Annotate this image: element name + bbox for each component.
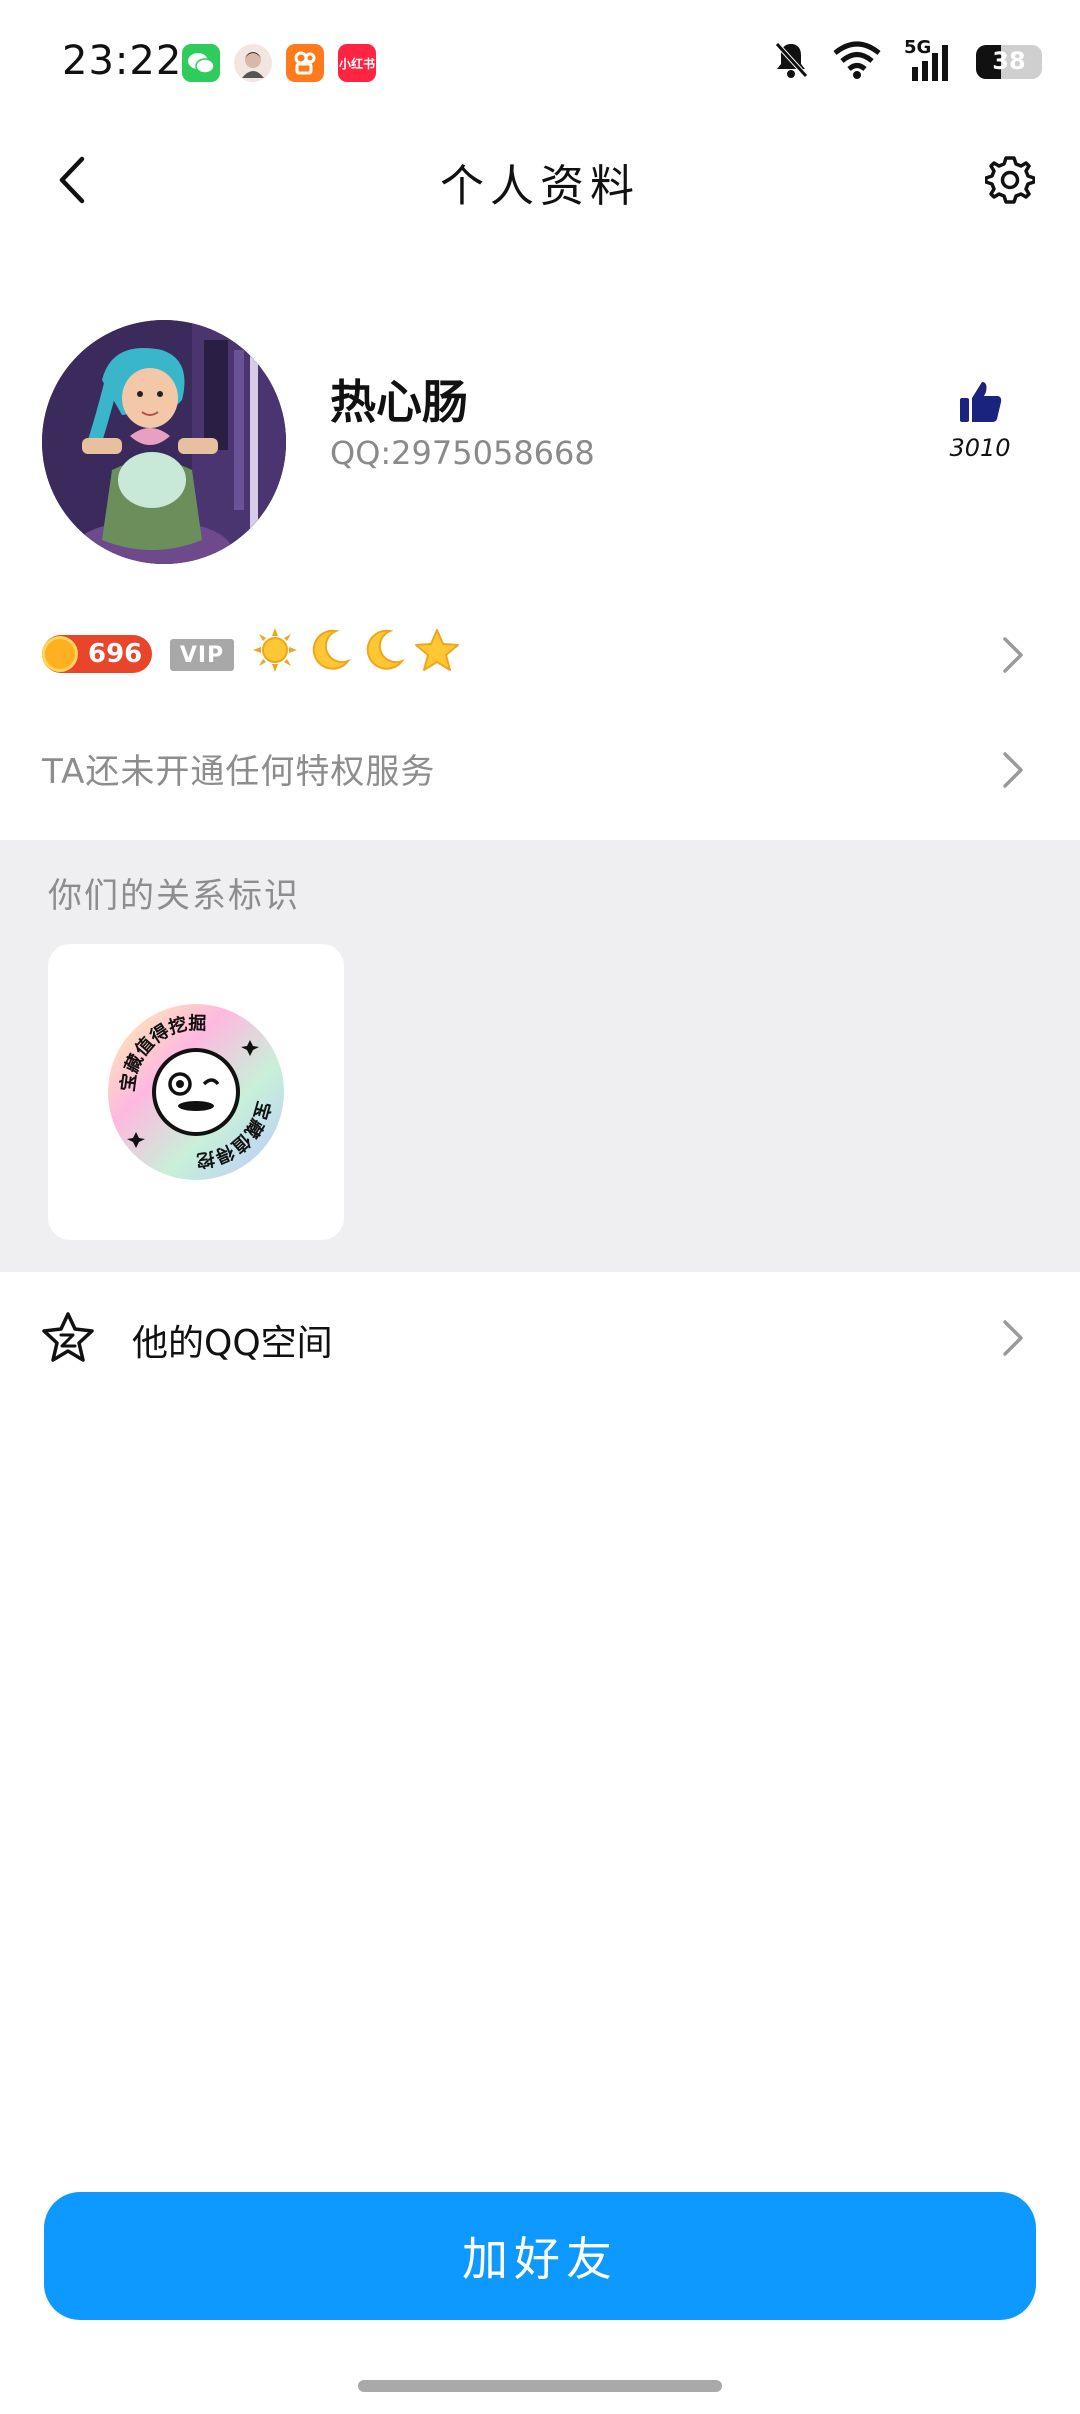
status-time: 23:22	[62, 38, 183, 84]
gear-icon	[985, 156, 1035, 204]
add-friend-button[interactable]: 加好友	[44, 2192, 1036, 2320]
page-title: 个人资料	[440, 161, 640, 212]
chevron-right-icon	[998, 1316, 1028, 1360]
system-status: 5G 38	[772, 37, 1042, 84]
wifi-icon	[832, 41, 882, 83]
vip-badge: VIP	[170, 639, 234, 671]
relation-section: 你们的关系标识 宝藏值得挖掘 宝藏值得挖掘	[0, 840, 1080, 1272]
qzone-row[interactable]: 他的QQ空间	[0, 1290, 1080, 1386]
home-indicator[interactable]	[358, 2380, 722, 2392]
chevron-right-icon	[998, 748, 1028, 792]
qzone-label: 他的QQ空间	[132, 1323, 333, 1364]
navigation-bar: 个人资料	[0, 130, 1080, 230]
cellular-signal-icon: 5G	[904, 37, 954, 83]
battery-indicator: 38	[976, 45, 1042, 79]
notification-icons: 小红书	[182, 44, 376, 82]
qq-grade-icons	[252, 627, 460, 673]
profile-header: 热心肠 QQ:2975058668 3010	[0, 310, 1080, 570]
sun-icon	[253, 628, 297, 672]
battery-level: 38	[992, 47, 1026, 75]
wechat-icon	[182, 44, 220, 82]
qq-number: QQ:2975058668	[330, 434, 595, 472]
like-count: 3010	[949, 434, 1011, 462]
avatar[interactable]	[42, 320, 286, 564]
like-button[interactable]: 3010	[940, 378, 1020, 462]
status-bar: 23:22 小红书 5G 38	[0, 0, 1080, 130]
privilege-text: TA还未开通任何特权服务	[42, 752, 436, 792]
badges-row[interactable]: 696 VIP	[0, 615, 1080, 695]
avatar-image	[42, 320, 286, 564]
qzone-star-icon	[42, 1312, 94, 1362]
contact-avatar-icon	[234, 44, 272, 82]
settings-button[interactable]	[980, 150, 1040, 210]
thumbs-up-icon	[960, 382, 1002, 422]
kuaishou-icon	[286, 44, 324, 82]
moon-icon	[312, 629, 351, 670]
nickname: 热心肠	[330, 375, 468, 429]
privilege-row[interactable]: TA还未开通任何特权服务	[0, 730, 1080, 810]
relation-card[interactable]: 宝藏值得挖掘 宝藏值得挖掘	[48, 944, 344, 1240]
mute-bell-icon	[772, 40, 810, 84]
level-badge: 696	[42, 635, 152, 673]
star-icon	[415, 629, 459, 671]
xiaohongshu-icon: 小红书	[338, 44, 376, 82]
relation-badge-icon: 宝藏值得挖掘 宝藏值得挖掘	[104, 1000, 284, 1180]
relation-title: 你们的关系标识	[48, 876, 300, 916]
chevron-right-icon	[998, 633, 1028, 677]
level-coin-icon	[42, 636, 78, 672]
moon-icon	[366, 629, 405, 670]
level-number: 696	[88, 639, 143, 669]
